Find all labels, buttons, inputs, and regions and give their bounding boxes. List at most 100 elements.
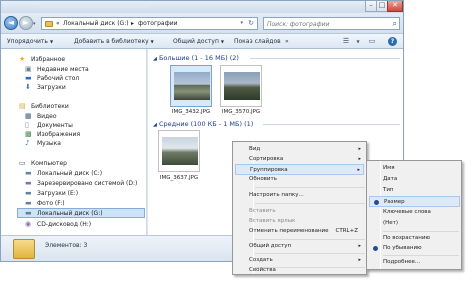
submenu-item-name[interactable]: Имя bbox=[369, 163, 460, 174]
group-header-large[interactable]: ◢ Большие (1 - 16 МБ) (2) bbox=[153, 54, 239, 62]
menu-separator bbox=[255, 253, 365, 254]
group-header-label: Средние (100 КБ - 1 МБ) (1) bbox=[158, 120, 254, 128]
sidebar-item-label: Локальный диск (G:) bbox=[37, 210, 103, 217]
submenu-item-descending[interactable]: По убыванию bbox=[369, 243, 460, 254]
group-header-label: Большие (1 - 16 МБ) (2) bbox=[158, 54, 239, 62]
submenu-item-date[interactable]: Дата bbox=[369, 174, 460, 185]
search-box[interactable]: ⌕ bbox=[263, 17, 400, 30]
cd-drive-icon: ◉ bbox=[25, 220, 32, 228]
item-count: Элементов: 3 bbox=[45, 242, 88, 249]
file-thumbnail[interactable] bbox=[220, 65, 262, 107]
library-icon: ▤ bbox=[19, 102, 26, 110]
slideshow-button[interactable]: Показ слайдов bbox=[234, 38, 281, 46]
chevron-down-icon: ▼ bbox=[150, 39, 154, 44]
search-input[interactable] bbox=[267, 19, 385, 29]
address-prefix[interactable]: « bbox=[56, 20, 60, 28]
history-dropdown-icon[interactable]: ▾ bbox=[33, 21, 39, 27]
file-thumbnail[interactable] bbox=[158, 130, 200, 172]
menu-item-undo-rename[interactable]: Отменить переименование CTRL+Z bbox=[235, 226, 364, 237]
file-name[interactable]: IMG_3637.JPG bbox=[151, 175, 207, 181]
sidebar-item-label: Недавние места bbox=[37, 66, 89, 73]
group-divider bbox=[250, 58, 400, 59]
menu-separator bbox=[383, 231, 459, 232]
chevron-down-icon: ▼ bbox=[49, 39, 54, 44]
file-name[interactable]: IMG_3432.JPG bbox=[163, 109, 219, 115]
close-button[interactable]: ✕ bbox=[387, 1, 403, 12]
add-to-library-menu[interactable]: Добавить в библиотеку ▼ bbox=[74, 38, 154, 46]
more-commands-button[interactable]: » bbox=[285, 38, 289, 46]
back-button[interactable]: ◄ bbox=[4, 16, 18, 30]
submenu-item-none[interactable]: (Нет) bbox=[369, 218, 460, 229]
file-name[interactable]: IMG_3570.JPG bbox=[213, 109, 269, 115]
drive-icon: ▬ bbox=[25, 179, 32, 187]
preview-pane-icon[interactable]: ▭ bbox=[367, 37, 377, 46]
folder-icon bbox=[13, 239, 35, 259]
pictures-icon: ▩ bbox=[25, 130, 32, 138]
view-options-icon[interactable]: ☰ bbox=[341, 37, 351, 46]
breadcrumb-folder[interactable]: фотографии bbox=[138, 20, 178, 28]
menu-separator bbox=[383, 255, 459, 256]
search-icon[interactable]: ⌕ bbox=[393, 19, 397, 29]
menu-item-label: Дата bbox=[383, 176, 398, 182]
menu-item-share[interactable]: Общий доступ ▸ bbox=[235, 241, 364, 252]
menu-item-refresh[interactable]: Обновить bbox=[235, 174, 364, 185]
sidebar-libraries-label: Библиотеки bbox=[31, 103, 69, 110]
sidebar-item-label: Фото (F:) bbox=[37, 200, 65, 207]
chevron-down-icon: ▼ bbox=[220, 39, 224, 44]
submenu-item-more[interactable]: Подробнее... bbox=[369, 257, 460, 268]
downloads-icon: ⬇ bbox=[25, 83, 31, 91]
menu-item-label: Настроить папку... bbox=[249, 192, 304, 198]
star-icon: ★ bbox=[19, 55, 26, 63]
computer-icon: ▭ bbox=[19, 159, 26, 167]
chevron-down-icon[interactable]: ▼ bbox=[353, 37, 363, 46]
photo-preview bbox=[224, 72, 260, 100]
sidebar-item-label: Изображения bbox=[37, 131, 81, 138]
photo-preview bbox=[174, 72, 210, 100]
menu-separator bbox=[255, 203, 365, 204]
sidebar-item-label: Загрузки (E:) bbox=[37, 190, 79, 197]
group-by-submenu: Имя Дата Тип Размер Ключевые слова (Нет)… bbox=[366, 160, 462, 270]
organize-menu[interactable]: Упорядочить ▼ bbox=[7, 38, 53, 46]
add-library-label: Добавить в библиотеку bbox=[74, 38, 149, 45]
sidebar-computer-label: Компьютер bbox=[31, 160, 67, 167]
menu-item-label: Общий доступ bbox=[249, 243, 292, 249]
file-thumbnail[interactable] bbox=[170, 65, 212, 107]
submenu-item-tags[interactable]: Ключевые слова bbox=[369, 207, 460, 218]
recent-places-icon: ▣ bbox=[25, 65, 32, 73]
photo-preview bbox=[162, 137, 198, 165]
menu-separator bbox=[255, 239, 365, 240]
desktop-icon: ▬ bbox=[25, 74, 32, 82]
menu-item-label: Подробнее... bbox=[383, 259, 421, 265]
menu-shortcut: CTRL+Z bbox=[335, 228, 358, 234]
collapse-icon[interactable]: ◢ bbox=[153, 56, 157, 62]
command-bar: Упорядочить ▼ Добавить в библиотеку ▼ Общи… bbox=[1, 33, 403, 49]
title-bar-highlight bbox=[39, 4, 149, 8]
group-header-medium[interactable]: ◢ Средние (100 КБ - 1 МБ) (1) bbox=[153, 120, 253, 128]
submenu-item-type[interactable]: Тип bbox=[369, 185, 460, 196]
sidebar-item-label: Музыка bbox=[37, 140, 61, 147]
menu-item-label: Тип bbox=[383, 187, 394, 193]
menu-item-customize[interactable]: Настроить папку... bbox=[235, 190, 364, 201]
collapse-icon[interactable]: ◢ bbox=[153, 122, 157, 128]
address-box[interactable]: « Локальный диск (G:) ▸ фотографии ▾ ↻ bbox=[41, 17, 258, 30]
help-icon[interactable]: ? bbox=[388, 37, 397, 46]
refresh-icon[interactable]: ↻ bbox=[248, 19, 254, 27]
sidebar-item-label: Загрузки bbox=[37, 84, 66, 91]
music-icon: ♪ bbox=[25, 139, 30, 147]
radio-selected-icon bbox=[373, 246, 378, 251]
share-menu[interactable]: Общий доступ ▼ bbox=[173, 38, 224, 46]
share-label: Общий доступ bbox=[173, 38, 219, 45]
sidebar-favorites-label: Избранное bbox=[31, 56, 66, 63]
menu-item-properties[interactable]: Свойства bbox=[235, 265, 364, 276]
organize-label: Упорядочить bbox=[7, 38, 48, 45]
menu-item-label: Свойства bbox=[249, 267, 276, 273]
forward-button[interactable]: ► bbox=[19, 16, 33, 30]
submenu-item-size[interactable]: Размер bbox=[369, 196, 460, 207]
navigation-pane: ★ Избранное ▣ Недавние места ▬ Рабочий с… bbox=[1, 49, 147, 235]
breadcrumb-drive[interactable]: Локальный диск (G:) bbox=[63, 20, 129, 28]
breadcrumb-separator[interactable]: ▸ bbox=[131, 20, 134, 28]
menu-item-label: Ключевые слова bbox=[383, 209, 431, 215]
address-dropdown-icon[interactable]: ▾ bbox=[240, 20, 243, 26]
sidebar-item-label: Локальный диск (C:) bbox=[37, 170, 103, 177]
sidebar-item-label: Видео bbox=[37, 113, 57, 120]
